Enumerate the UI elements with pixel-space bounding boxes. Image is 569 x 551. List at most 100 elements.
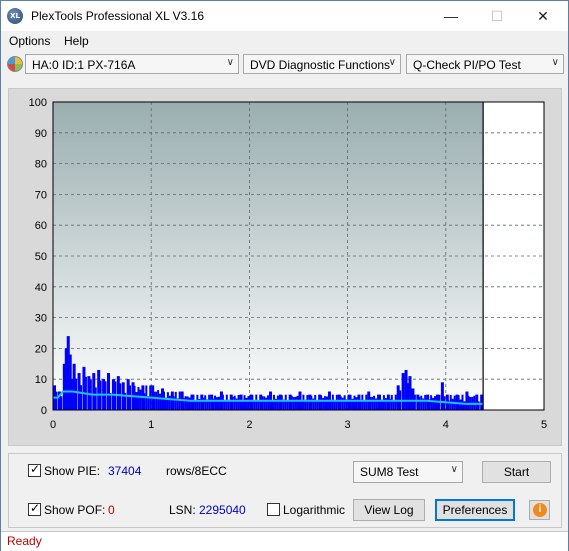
control-panel: ✓ Show PIE: 37404 rows/8ECC SUM8 Test ∨ … (8, 453, 562, 528)
menu-options-label: Options (9, 34, 51, 48)
chart-bar (214, 395, 217, 410)
menu-help[interactable]: Help (64, 34, 89, 48)
chart-bar (335, 394, 338, 410)
chart-bar (371, 396, 374, 410)
chart-bar (302, 394, 305, 410)
function-select[interactable]: DVD Diagnostic Functions ∨ (243, 54, 401, 74)
chart-bar (192, 394, 195, 410)
window-title: PlexTools Professional XL V3.16 (31, 9, 204, 23)
chart-bar (461, 394, 464, 410)
menu-bar: Options Help (1, 31, 568, 51)
minimize-button[interactable]: — (428, 1, 474, 31)
drive-icon (7, 56, 23, 72)
chart-bar (314, 394, 317, 410)
toolbar: HA:0 ID:1 PX-716A ∨ DVD Diagnostic Funct… (1, 52, 568, 82)
chart-bar (267, 395, 270, 410)
chart-bar (135, 392, 138, 410)
chart-bar (432, 397, 435, 410)
x-tick-label: 5 (541, 419, 547, 431)
chart-bar (221, 394, 224, 410)
chart-bar (94, 387, 97, 410)
chart-bar (310, 395, 313, 410)
chart-bar (55, 391, 58, 410)
chart-bar (424, 394, 427, 410)
chart-bar (286, 401, 289, 410)
pi-po-chart: 0 10 20 30 40 50 60 70 80 90 100 0 1 2 3 4 5 (29, 97, 547, 431)
chevron-down-icon: ∨ (551, 57, 559, 68)
plot-background (53, 102, 484, 410)
chart-bar (296, 395, 299, 410)
chart-bar (392, 400, 395, 410)
chart-bar (104, 381, 107, 410)
chart-bar (253, 400, 256, 410)
preferences-button[interactable]: Preferences (435, 499, 515, 521)
chart-bar (75, 378, 78, 410)
drive-select-value: HA:0 ID:1 PX-716A (32, 58, 136, 72)
x-tick-label: 1 (148, 419, 154, 431)
chart-bar (162, 391, 165, 410)
chart-bar (194, 400, 197, 410)
chart-bar (382, 395, 385, 410)
info-button[interactable]: i (529, 500, 550, 520)
chart-bar (133, 385, 136, 410)
chart-bar (143, 393, 146, 410)
chart-bar (322, 397, 325, 410)
chart-bar (418, 397, 421, 410)
chevron-down-icon: ∨ (388, 57, 396, 68)
test-select[interactable]: Q-Check PI/PO Test ∨ (406, 54, 564, 74)
chart-bar (420, 395, 423, 410)
maximize-button[interactable]: ☐ (474, 1, 520, 31)
chart-bar (459, 399, 462, 410)
chart-bar (369, 396, 372, 410)
x-tick-label: 3 (345, 419, 351, 431)
chart-bar (80, 385, 83, 410)
show-pie-checkbox[interactable]: ✓ (28, 462, 41, 477)
sum-test-value: SUM8 Test (360, 465, 419, 479)
show-pof-label: Show POF: (44, 503, 106, 517)
menu-options[interactable]: Options (9, 34, 50, 48)
chart-bar (408, 376, 412, 410)
start-button[interactable]: Start (482, 461, 551, 483)
chart-bar (265, 397, 268, 410)
logarithmic-label: Logarithmic (283, 503, 346, 517)
chart-bar (394, 394, 397, 410)
title-bar: XL PlexTools Professional XL V3.16 — ☐ ✕ (1, 1, 568, 31)
show-pof-checkbox[interactable]: ✓ (28, 501, 41, 516)
pie-value: 37404 (108, 464, 142, 478)
show-pie-label: Show PIE: (44, 464, 101, 478)
chevron-down-icon: ∨ (226, 57, 234, 68)
status-text: Ready (7, 534, 42, 548)
chart-bar (361, 394, 364, 410)
view-log-button[interactable]: View Log (353, 499, 425, 521)
minimize-icon: — (444, 8, 458, 24)
chart-bar (406, 383, 409, 410)
chart-bar (202, 397, 205, 410)
sum-test-select[interactable]: SUM8 Test ∨ (353, 461, 463, 483)
logarithmic-checkbox[interactable] (267, 503, 280, 516)
chart-bar (208, 394, 211, 410)
y-tick-label: 0 (41, 405, 47, 417)
drive-select[interactable]: HA:0 ID:1 PX-716A ∨ (25, 54, 239, 74)
chart-bar (343, 395, 346, 410)
chart-bar (155, 391, 158, 410)
chart-bar (217, 396, 220, 410)
y-tick-label: 30 (35, 313, 47, 325)
chart-bar (272, 394, 275, 410)
chart-bar (188, 397, 191, 410)
chart-bar (129, 385, 132, 410)
chart-bar (263, 396, 266, 410)
y-tick-label: 80 (35, 159, 47, 171)
chart-bar (271, 400, 274, 410)
chart-bar (280, 395, 283, 410)
y-tick-label: 100 (29, 97, 47, 109)
close-button[interactable]: ✕ (520, 1, 566, 31)
status-bar: Ready (1, 531, 568, 551)
chart-panel: 0 10 20 30 40 50 60 70 80 90 100 0 1 2 3 4 5 (8, 88, 562, 446)
chart-bar (292, 397, 295, 410)
chart-bar (390, 394, 393, 410)
info-icon: i (533, 503, 547, 517)
x-tick-label: 2 (246, 419, 252, 431)
close-icon: ✕ (537, 8, 549, 24)
chart-bar (379, 394, 382, 410)
chart-bar (243, 395, 246, 410)
